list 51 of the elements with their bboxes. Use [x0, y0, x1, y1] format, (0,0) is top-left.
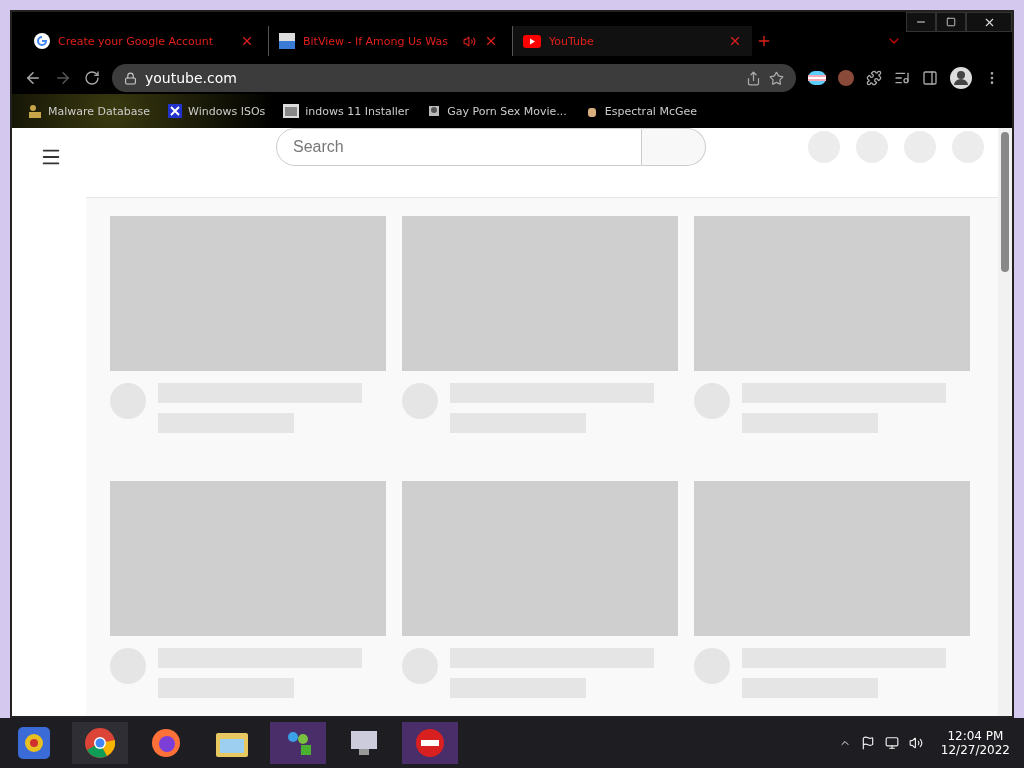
flag-icon[interactable]	[808, 71, 826, 85]
close-icon[interactable]	[728, 34, 742, 48]
volume-icon[interactable]	[908, 736, 923, 750]
share-icon[interactable]	[746, 70, 761, 86]
new-tab-icon[interactable]	[756, 33, 772, 49]
people-icon	[28, 104, 42, 118]
url-text: youtube.com	[145, 70, 238, 86]
network-icon[interactable]	[884, 736, 899, 750]
reload-icon[interactable]	[84, 70, 100, 86]
close-button[interactable]	[966, 12, 1012, 32]
lock-icon	[124, 71, 137, 85]
bookmark-link[interactable]: Malware Database	[28, 104, 151, 118]
bookmark-link[interactable]: Espectral McGee	[584, 104, 698, 118]
media-icon[interactable]	[894, 70, 910, 86]
avatar-icon[interactable]	[838, 70, 854, 86]
bookmark-link[interactable]: Gay Porn Sex Movie...	[427, 104, 567, 118]
browser-tab[interactable]: Create your Google Account	[24, 26, 264, 56]
side-panel-icon[interactable]	[922, 70, 938, 86]
bookmark-link[interactable]: Windows ISOs	[168, 104, 266, 118]
search-field[interactable]: Search	[276, 128, 642, 166]
star-icon[interactable]	[769, 70, 784, 86]
bitview-icon	[279, 33, 295, 49]
messenger-icon[interactable]	[270, 722, 326, 764]
profile-icon[interactable]	[950, 67, 972, 89]
minimize-button[interactable]	[906, 12, 936, 32]
back-icon[interactable]	[24, 69, 42, 87]
extensions-icon[interactable]	[866, 70, 882, 86]
g-logo-icon	[34, 33, 50, 49]
browser-tab[interactable]: YouTube	[512, 26, 752, 56]
stop-icon[interactable]	[402, 722, 458, 764]
close-icon[interactable]	[484, 34, 498, 48]
forward-icon[interactable]	[54, 69, 72, 87]
browser-tab[interactable]: BitView - If Among Us Was	[268, 26, 508, 56]
window-icon	[283, 104, 300, 118]
tab-title: YouTube	[549, 34, 595, 48]
address-bar[interactable]: youtube.com	[112, 64, 796, 92]
maximize-button[interactable]	[936, 12, 966, 32]
speaker-icon[interactable]	[463, 34, 476, 48]
figure-icon	[427, 104, 442, 118]
maximize-icon	[946, 17, 956, 27]
play-logo-icon	[523, 34, 541, 48]
chrome-icon[interactable]	[72, 722, 128, 764]
clock-time: 12:04 PM	[947, 729, 1004, 743]
close-icon[interactable]	[240, 34, 254, 48]
scrollbar-thumb[interactable]	[1001, 132, 1009, 272]
tab-title: Create your Google Account	[58, 34, 214, 48]
tab-title: BitView - If Among Us Was	[303, 34, 449, 48]
flag-icon[interactable]	[860, 736, 875, 750]
x-logo-icon	[168, 104, 183, 118]
clock-date: 12/27/2022	[940, 743, 1010, 757]
bookmark-link[interactable]: indows 11 Installer	[283, 104, 410, 118]
